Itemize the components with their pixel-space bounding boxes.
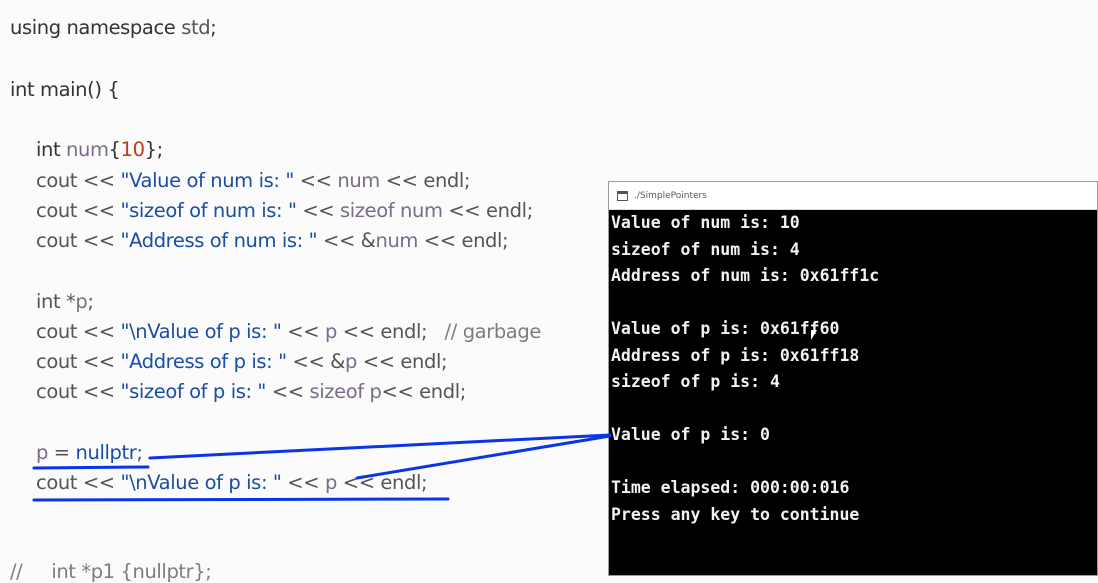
code-token: p [36, 441, 48, 464]
code-token: "sizeof of p is: " [120, 380, 267, 403]
code-line-cout-address-p: cout << "Address of p is: " << &p << end… [36, 350, 448, 373]
code-token: { [108, 138, 121, 161]
console-title: ./SimplePointers [634, 190, 707, 201]
code-token: p [344, 350, 357, 373]
code-token: using namespace [10, 16, 182, 39]
code-line-cout-value-p: cout << "\nValue of p is: " << p << endl… [36, 320, 541, 343]
console-line: Time elapsed: 000:00:016 [611, 478, 850, 497]
code-token: num [375, 229, 418, 252]
console-window[interactable]: ./SimplePointers Value of num is: 10 siz… [608, 181, 1098, 576]
code-token: sizeof [309, 380, 365, 403]
code-line-cout-address-num: cout << "Address of num is: " << &num <<… [36, 229, 509, 252]
console-line: Value of num is: 10 [611, 213, 800, 232]
code-token: << endl; [418, 229, 509, 252]
code-editor[interactable]: using namespace std; int main() { int nu… [0, 0, 620, 583]
code-token: num [394, 199, 443, 222]
code-token: // garbage [427, 320, 542, 343]
console-line: Address of p is: 0x61ff18 [611, 345, 860, 365]
code-token: sizeof [340, 199, 395, 222]
code-token: << & [317, 229, 376, 252]
console-line: Value of p is: 0x61ff60 [611, 319, 840, 338]
console-line: sizeof of p is: 4 [611, 372, 780, 391]
code-token: }; [144, 138, 164, 161]
code-token: ; [136, 441, 143, 464]
code-token: "sizeof of num is: " [120, 199, 297, 222]
code-token: << & [286, 350, 345, 373]
code-line-cout-sizeof-num: cout << "sizeof of num is: " << sizeof n… [36, 199, 533, 222]
code-token: << [266, 380, 310, 403]
code-line-int-num: int num{10}; [36, 138, 163, 161]
code-token: << [77, 471, 121, 494]
code-token: << endl; [336, 320, 428, 343]
code-line-using: using namespace std; [10, 16, 217, 39]
code-token: << [281, 471, 325, 494]
code-token: = [47, 441, 76, 464]
code-token: ; [87, 290, 94, 313]
code-line-cout-sizeof-p: cout << "sizeof of p is: " << sizeof p<<… [36, 380, 466, 403]
code-token: << [77, 169, 121, 192]
code-token: cout [36, 199, 78, 222]
console-titlebar[interactable]: ./SimplePointers [609, 182, 1097, 210]
code-token: << [293, 169, 338, 192]
code-token: << endl; [336, 471, 428, 494]
code-token: num [337, 169, 380, 192]
code-token: << endl; [379, 169, 471, 192]
code-token: ; [210, 16, 217, 39]
code-line-int-p: int *p; [36, 290, 94, 313]
code-token: cout [36, 320, 78, 343]
code-token: 10 [120, 138, 145, 161]
code-token: nullptr [75, 441, 137, 464]
code-token: << [296, 199, 341, 222]
mouse-cursor-icon [811, 330, 817, 340]
code-token: << endl; [381, 380, 467, 403]
code-token: << [77, 380, 121, 403]
code-token: "\nValue of p is: " [120, 471, 282, 494]
code-token: int main() { [10, 78, 120, 101]
code-token: "Address of p is: " [120, 350, 288, 373]
code-token: << [77, 229, 121, 252]
code-token: cout [36, 229, 78, 252]
code-line-p-nullptr: p = nullptr; [36, 441, 143, 464]
code-token: cout [36, 350, 78, 373]
code-token: int [36, 138, 67, 161]
console-line: Value of p is: 0 [611, 425, 770, 444]
code-token: p [324, 471, 337, 494]
console-line: Press any key to continue [611, 504, 860, 524]
code-line-comment-p1: // int *p1 {nullptr}; [10, 560, 212, 583]
code-token: << [77, 320, 121, 343]
console-window-icon [617, 190, 628, 201]
code-line-cout-value-p-null: cout << "\nValue of p is: " << p << endl… [36, 471, 428, 494]
code-token: << [281, 320, 325, 343]
code-token: cout [36, 380, 78, 403]
console-line: sizeof of num is: 4 [611, 239, 800, 259]
code-token: std [181, 16, 211, 39]
code-line-cout-value-num: cout << "Value of num is: " << num << en… [36, 169, 470, 192]
code-token: cout [36, 169, 78, 192]
code-token: cout [36, 471, 78, 494]
code-token: p [75, 290, 88, 313]
code-token: << [77, 199, 121, 222]
console-output: Value of num is: 10 sizeof of num is: 4 … [609, 210, 1097, 528]
console-line: Address of num is: 0x61ff1c [611, 266, 880, 285]
code-token: << endl; [356, 350, 448, 373]
code-token: << [77, 350, 121, 373]
code-token: "Value of num is: " [120, 169, 295, 192]
code-token: num [66, 138, 109, 161]
code-token: int * [36, 290, 76, 313]
code-line-main: int main() { [10, 78, 120, 101]
code-token: // int *p1 {nullptr}; [10, 560, 212, 583]
code-token: "\nValue of p is: " [120, 320, 282, 343]
code-token: << endl; [442, 199, 533, 222]
code-token: p [363, 380, 382, 403]
code-token: p [324, 320, 337, 343]
code-token: "Address of num is: " [120, 229, 318, 252]
